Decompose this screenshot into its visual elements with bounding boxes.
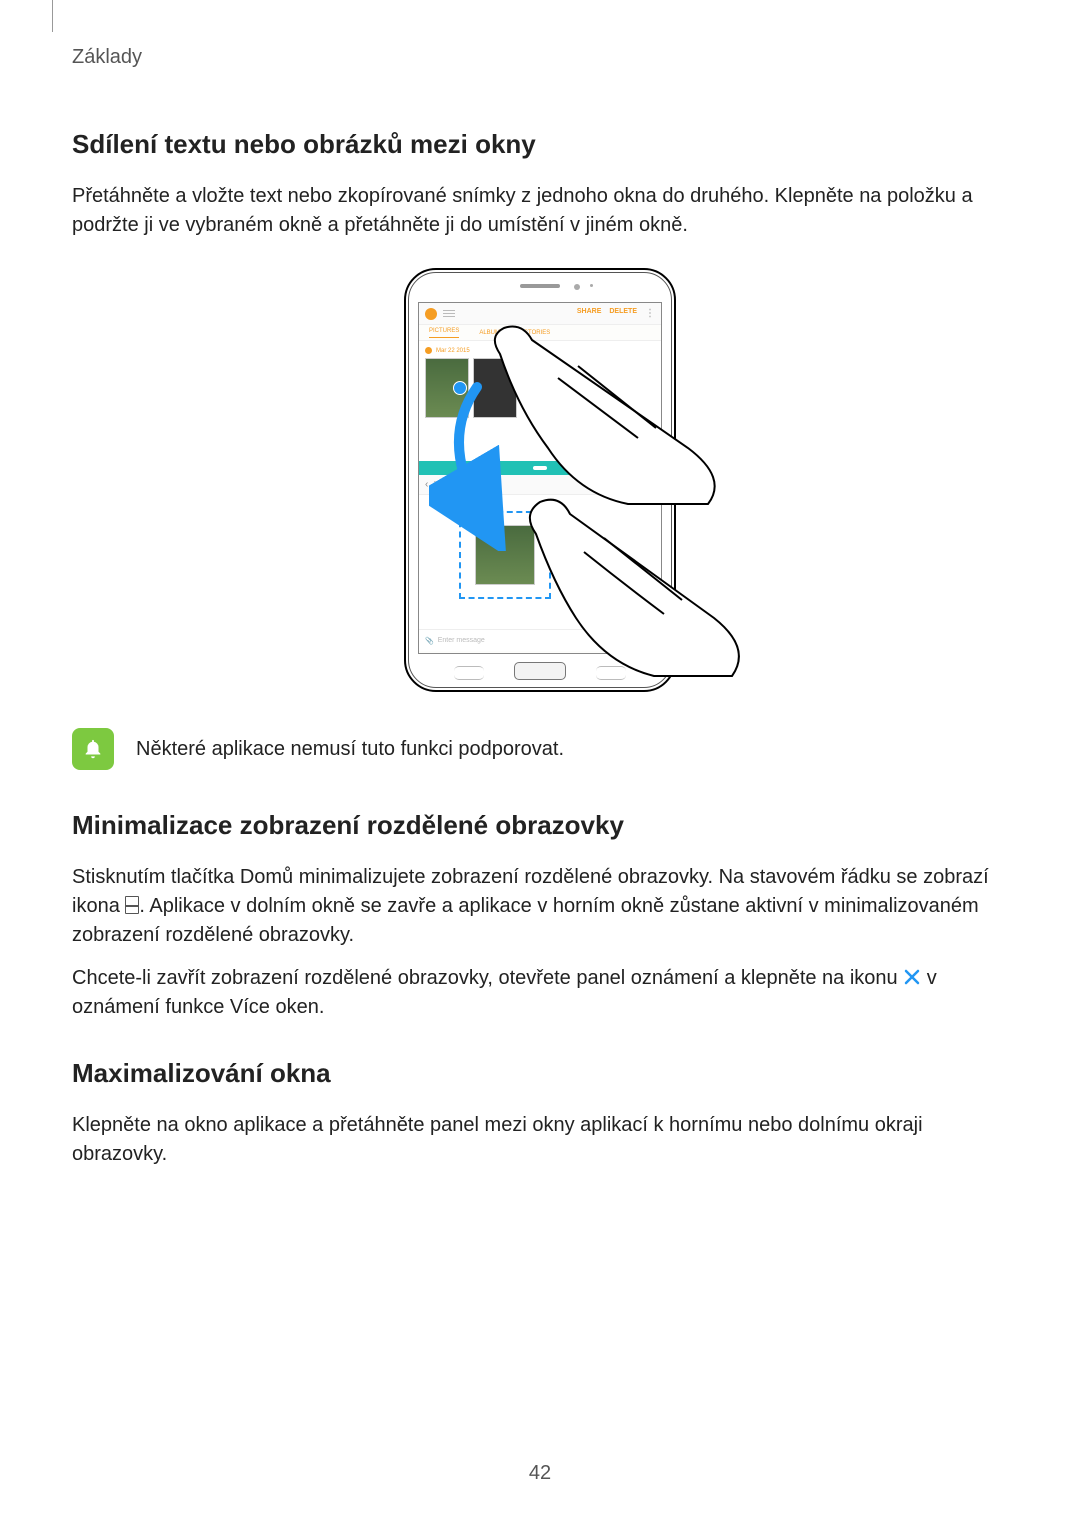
margin-marker: [52, 0, 53, 32]
tab-stories: STORIES: [524, 330, 550, 336]
message-label: W MESSAGE: [434, 481, 477, 488]
close-x-icon: [903, 968, 921, 986]
section2-title: Minimalizace zobrazení rozdělené obrazov…: [72, 810, 1008, 841]
dropped-thumb: [475, 525, 535, 585]
gallery-date: Mar 22 2015: [436, 348, 470, 354]
section2-p2: Chcete-li zavřít zobrazení rozdělené obr…: [72, 964, 1008, 1022]
gallery-thumb-2: [473, 358, 517, 418]
selection-marker: [453, 381, 467, 395]
section1-body: Přetáhněte a vložte text nebo zkopírovan…: [72, 182, 1008, 240]
more-icon: ⋮: [645, 308, 655, 319]
note-block: Některé aplikace nemusí tuto funkci podp…: [72, 728, 1008, 770]
section-sharing: Sdílení textu nebo obrázků mezi okny Pře…: [72, 129, 1008, 770]
figure-phone-drag: SHARE DELETE ⋮ PICTURES ALBUMS STORIES: [72, 268, 1008, 692]
page-header: Základy: [72, 40, 1008, 69]
emoji-icon: [616, 636, 626, 646]
section2-p1b: . Aplikace v dolním okně se zavře a apli…: [72, 895, 979, 946]
attach-icon: 📎: [425, 637, 434, 645]
topbar-share: SHARE: [577, 308, 602, 319]
phone-illustration: SHARE DELETE ⋮ PICTURES ALBUMS STORIES: [404, 268, 676, 692]
section3-title: Maximalizování okna: [72, 1058, 1008, 1089]
split-screen-icon: [125, 896, 139, 914]
bell-icon: [72, 728, 114, 770]
send-button: SEND: [626, 636, 655, 646]
topbar-delete: DELETE: [609, 308, 637, 319]
section2-p2a: Chcete-li zavřít zobrazení rozdělené obr…: [72, 967, 903, 989]
tab-albums: ALBUMS: [479, 330, 504, 336]
section-maximize: Maximalizování okna Klepněte na okno apl…: [72, 1058, 1008, 1169]
split-divider-handle: [419, 461, 661, 475]
page-number: 42: [529, 1462, 551, 1485]
section-minimize: Minimalizace zobrazení rozdělené obrazov…: [72, 810, 1008, 1022]
drop-zone: [459, 511, 551, 599]
tab-pictures: PICTURES: [429, 328, 459, 338]
message-input-placeholder: Enter message: [434, 637, 617, 644]
note-text: Některé aplikace nemusí tuto funkci podp…: [136, 735, 564, 764]
back-chevron-icon: ‹: [425, 479, 428, 490]
section2-p1: Stisknutím tlačítka Domů minimalizujete …: [72, 863, 1008, 950]
section3-body: Klepněte na okno aplikace a přetáhněte p…: [72, 1111, 1008, 1169]
section1-title: Sdílení textu nebo obrázků mezi okny: [72, 129, 1008, 160]
